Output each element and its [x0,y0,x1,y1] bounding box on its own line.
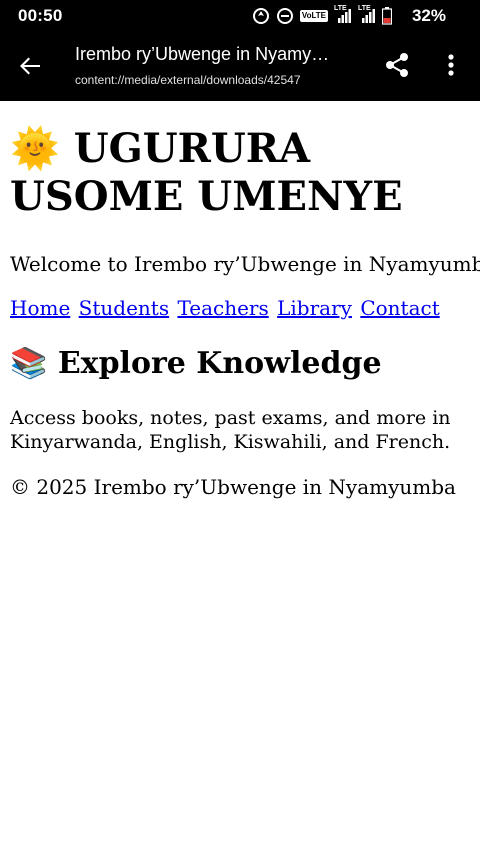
page-title-text: UGURURA USOME UMENYE [10,125,403,220]
battery-icon [382,7,392,25]
status-bar: 00:50 VoLTE LTE LTE 32% [0,0,480,32]
status-time: 00:50 [18,6,63,25]
more-vert-icon[interactable] [440,51,462,79]
app-subtitle: content://media/external/downloads/42547 [75,73,301,87]
share-icon[interactable] [383,51,411,79]
books-emoji-icon: 📚 [10,346,48,381]
page-content: 🌞 UGURURA USOME UMENYE Welcome to Irembo… [10,101,480,500]
nav-links: Home Students Teachers Library Contact [10,295,472,321]
signal-2-icon: LTE [358,5,376,24]
status-icons: VoLTE LTE LTE [252,5,392,26]
signal-1-icon: LTE [334,5,352,24]
page-title: 🌞 UGURURA USOME UMENYE [10,125,472,221]
nav-link-contact[interactable]: Contact [360,296,439,320]
nav-link-teachers[interactable]: Teachers [177,296,268,320]
footer-text: © 2025 Irembo ry’Ubwenge in Nyamyumba [10,475,456,499]
do-not-disturb-icon [276,8,293,24]
app-title: Irembo ry’Ubwenge in Nyamy… [75,44,330,64]
volte-badge: VoLTE [299,10,328,22]
nav-link-home[interactable]: Home [10,296,70,320]
back-arrow-icon[interactable] [14,50,46,82]
app-bar: Irembo ry’Ubwenge in Nyamy… content://me… [0,32,480,101]
sun-emoji-icon: 🌞 [10,125,60,172]
data-saver-icon [252,8,269,24]
section-text: Access books, notes, past exams, and mor… [10,407,451,453]
nav-link-students[interactable]: Students [79,296,169,320]
section-title: 📚 Explore Knowledge [10,345,472,383]
section-title-text: Explore Knowledge [57,346,382,381]
welcome-text: Welcome to Irembo ry’Ubwenge in Nyamyumb… [10,252,480,276]
nav-link-library[interactable]: Library [277,296,352,320]
battery-percent: 32% [411,6,446,25]
